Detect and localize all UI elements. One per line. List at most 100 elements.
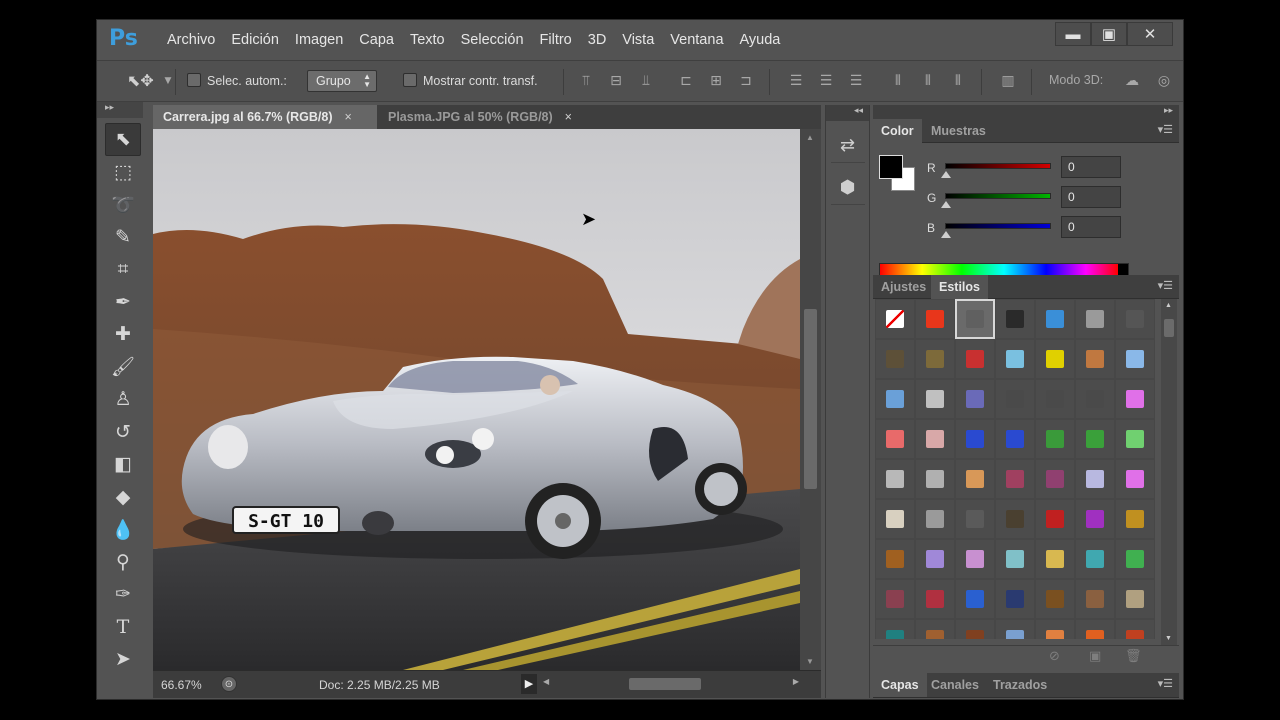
blue-track[interactable] — [945, 223, 1051, 229]
style-swatch[interactable] — [915, 539, 955, 579]
rotate-3d-icon[interactable]: ☁ — [1123, 72, 1141, 90]
menu-texto[interactable]: Texto — [402, 32, 453, 48]
scroll-up-icon[interactable]: ▲ — [806, 133, 814, 142]
red-slider[interactable]: R 0 — [927, 156, 1177, 189]
panel-menu-icon[interactable]: ▾☰ — [1158, 677, 1173, 690]
style-swatch[interactable] — [1075, 419, 1115, 459]
style-swatch[interactable] — [1075, 459, 1115, 499]
tab-color[interactable]: Color — [873, 119, 922, 143]
tab-plasma[interactable]: Plasma.JPG al 50% (RGB/8) × — [378, 105, 592, 129]
marquee-tool-icon[interactable]: ⬚ — [105, 156, 141, 189]
style-swatch[interactable] — [875, 539, 915, 579]
horizontal-scrollbar[interactable]: ◀ ▶ — [543, 677, 799, 691]
scroll-up-icon[interactable]: ▲ — [1165, 302, 1172, 309]
clone-stamp-tool-icon[interactable]: ♙ — [105, 383, 141, 416]
style-swatch[interactable] — [1075, 539, 1115, 579]
style-swatch[interactable] — [955, 339, 995, 379]
roll-3d-icon[interactable]: ◎ — [1155, 72, 1173, 90]
scroll-thumb[interactable] — [1164, 319, 1174, 337]
eyedropper-tool-icon[interactable]: ✒ — [105, 286, 141, 319]
close-tab-icon[interactable]: × — [345, 110, 352, 124]
style-swatch[interactable] — [1115, 619, 1155, 639]
tab-carrera[interactable]: Carrera.jpg al 66.7% (RGB/8) × — [153, 105, 377, 129]
auto-select-dropdown[interactable]: Grupo ▲ ▼ — [307, 70, 377, 92]
style-swatch[interactable] — [915, 499, 955, 539]
style-swatch[interactable] — [915, 619, 955, 639]
style-swatch[interactable] — [995, 579, 1035, 619]
red-handle[interactable] — [941, 171, 951, 178]
menu-vista[interactable]: Vista — [614, 32, 662, 48]
tab-adjustments[interactable]: Ajustes — [873, 275, 934, 299]
style-swatch[interactable] — [875, 459, 915, 499]
style-swatch[interactable] — [955, 539, 995, 579]
history-brush-tool-icon[interactable]: ↺ — [105, 416, 141, 449]
distribute-bottom-icon[interactable]: ☰ — [847, 72, 865, 90]
tab-swatches[interactable]: Muestras — [923, 119, 994, 143]
style-swatch[interactable] — [955, 579, 995, 619]
panel-menu-icon[interactable]: ▾☰ — [1158, 123, 1173, 136]
style-swatch[interactable] — [995, 339, 1035, 379]
style-swatch[interactable] — [1035, 459, 1075, 499]
style-swatch[interactable] — [915, 299, 955, 339]
tab-channels[interactable]: Canales — [923, 673, 987, 697]
maximize-button[interactable]: ▣ — [1091, 22, 1127, 46]
tab-layers[interactable]: Capas — [873, 673, 927, 697]
style-swatch[interactable] — [1035, 339, 1075, 379]
close-button[interactable]: ✕ — [1127, 22, 1173, 46]
pen-tool-icon[interactable]: ✑ — [105, 578, 141, 611]
style-swatch[interactable] — [1075, 379, 1115, 419]
style-swatch[interactable] — [955, 299, 995, 339]
style-swatch[interactable] — [875, 499, 915, 539]
style-swatch[interactable] — [915, 579, 955, 619]
style-swatch[interactable] — [1115, 539, 1155, 579]
tab-styles[interactable]: Estilos — [931, 275, 988, 299]
style-swatch[interactable] — [1075, 499, 1115, 539]
eraser-tool-icon[interactable]: ◧ — [105, 448, 141, 481]
style-swatch[interactable] — [955, 619, 995, 639]
styles-scrollbar[interactable]: ▲ ▼ — [1161, 299, 1177, 645]
scroll-down-icon[interactable]: ▼ — [806, 657, 814, 666]
green-value-input[interactable]: 0 — [1061, 186, 1121, 208]
quick-selection-tool-icon[interactable]: ✎ — [105, 221, 141, 254]
red-value-input[interactable]: 0 — [1061, 156, 1121, 178]
panel-menu-icon[interactable]: ▾☰ — [1158, 279, 1173, 292]
distribute-right-icon[interactable]: ⫴ — [949, 72, 967, 90]
style-swatch[interactable] — [955, 379, 995, 419]
dock-collapse-button[interactable]: ◂◂ — [826, 105, 869, 121]
style-swatch[interactable] — [1035, 539, 1075, 579]
menu-ayuda[interactable]: Ayuda — [732, 32, 789, 48]
move-tool-preset-icon[interactable]: ⬉✥ — [127, 72, 154, 90]
style-swatch[interactable] — [1075, 619, 1115, 639]
style-swatch[interactable] — [875, 379, 915, 419]
style-swatch[interactable] — [1035, 299, 1075, 339]
align-right-icon[interactable]: ⊐ — [737, 72, 755, 90]
style-swatch[interactable] — [1035, 579, 1075, 619]
menu-3d[interactable]: 3D — [580, 32, 615, 48]
lasso-tool-icon[interactable]: ➰ — [105, 188, 141, 221]
minimize-button[interactable]: ▬ — [1055, 22, 1091, 46]
style-swatch[interactable] — [995, 619, 1035, 639]
blue-handle[interactable] — [941, 231, 951, 238]
green-track[interactable] — [945, 193, 1051, 199]
status-menu-button[interactable]: ▶ — [521, 674, 537, 694]
menu-imagen[interactable]: Imagen — [287, 32, 351, 48]
align-vertical-center-icon[interactable]: ⊟ — [607, 72, 625, 90]
align-bottom-icon[interactable]: ⫫ — [637, 72, 655, 90]
brush-tool-icon[interactable]: 🖌 — [105, 351, 141, 384]
distribute-top-icon[interactable]: ☰ — [787, 72, 805, 90]
close-tab-icon[interactable]: × — [565, 110, 572, 124]
vertical-scrollbar[interactable]: ▲ ▼ — [800, 129, 821, 670]
menu-ventana[interactable]: Ventana — [662, 32, 731, 48]
menu-capa[interactable]: Capa — [351, 32, 402, 48]
menu-archivo[interactable]: Archivo — [159, 32, 223, 48]
style-swatch[interactable] — [995, 379, 1035, 419]
style-swatch[interactable] — [915, 459, 955, 499]
document-canvas[interactable]: S-GT 10 ➤ — [153, 129, 800, 670]
style-swatch[interactable] — [1035, 419, 1075, 459]
3d-panel-icon[interactable]: ⬢ — [830, 171, 865, 205]
style-swatch[interactable] — [915, 379, 955, 419]
paint-bucket-tool-icon[interactable]: ◆ — [105, 481, 141, 514]
style-swatch[interactable] — [1035, 499, 1075, 539]
style-swatch[interactable] — [1035, 619, 1075, 639]
style-swatch[interactable] — [1115, 419, 1155, 459]
